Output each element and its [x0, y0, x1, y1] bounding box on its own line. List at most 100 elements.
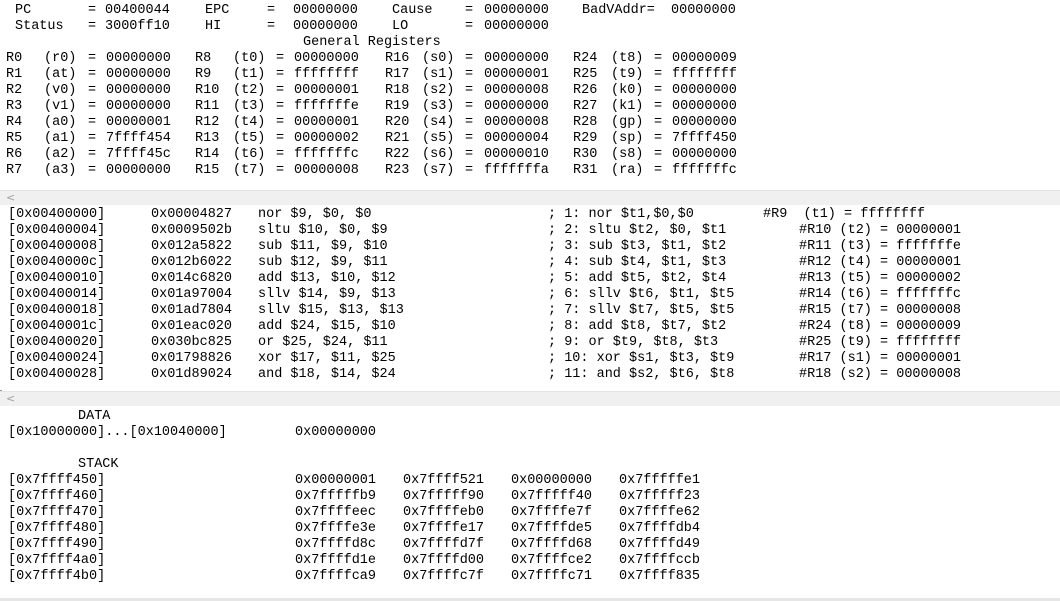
text-segment-source-comment: ; 2: sltu $t2, $0, $t1 — [548, 223, 727, 238]
general-register-reg-alias: (t9) — [611, 67, 644, 82]
text-segment-source-comment: ; 8: add $t8, $t7, $t2 — [548, 319, 727, 334]
text-segment-instruction: sllv $15, $13, $13 — [258, 303, 404, 318]
general-register-reg-name: R5 — [6, 131, 23, 146]
general-register-reg-value: 7ffff450 — [672, 131, 737, 146]
general-register-reg-alias: (k0) — [611, 83, 644, 98]
text-segment-instruction: sllv $14, $9, $13 — [258, 287, 396, 302]
general-register-reg-name: R12 — [195, 115, 220, 130]
general-register-reg-name: R27 — [573, 99, 598, 114]
general-register-reg-value: 00000001 — [294, 83, 359, 98]
data-segment-pane: DATA [0x10000000]...[0x10040000] 0x00000… — [0, 406, 1060, 598]
stack-word: 0x7ffffd8c — [295, 537, 377, 552]
text-segment-register-effect: #R18 (s2) = 00000008 — [799, 367, 962, 382]
general-register-reg-value: fffffffc — [672, 163, 737, 178]
stack-address: [0x7ffff4b0] — [8, 569, 106, 584]
general-register-reg-alias: (a2) — [44, 147, 77, 162]
general-register-reg-alias: (s4) — [422, 115, 455, 130]
text-segment-register-effect: #R24 (t8) = 00000009 — [799, 319, 962, 334]
general-register-reg-alias: (t6) — [233, 147, 266, 162]
general-register-reg-value: 00000000 — [294, 51, 359, 66]
general-register-reg-name: R3 — [6, 99, 23, 114]
text-segment-source-comment: ; 11: and $s2, $t6, $t8 — [548, 367, 735, 382]
text-segment-source-comment: ; 4: sub $t4, $t1, $t3 — [548, 255, 727, 270]
general-register-reg-value: 00000009 — [672, 51, 737, 66]
text-segment-register-effect: #R12 (t4) = 00000001 — [799, 255, 962, 270]
special-register-reg-equals: = — [88, 3, 97, 18]
text-segment-source-comment: ; 7: sllv $t7, $t5, $t5 — [548, 303, 735, 318]
special-register-reg-value: 3000ff10 — [105, 19, 170, 34]
general-register-reg-equals: = — [654, 115, 663, 130]
stack-address: [0x7ffff450] — [8, 473, 106, 488]
text-segment-horizontal-scrollbar[interactable]: < — [0, 391, 1060, 407]
general-register-reg-alias: (a3) — [44, 163, 77, 178]
special-register-reg-name: PC — [15, 3, 32, 18]
text-segment-machine-code: 0x030bc825 — [151, 335, 233, 350]
general-register-reg-equals: = — [88, 131, 97, 146]
stack-word: 0x7ffffd7f — [403, 537, 485, 552]
general-register-reg-value: 00000000 — [106, 163, 171, 178]
text-segment-source-comment: ; 9: or $t9, $t8, $t3 — [548, 335, 719, 350]
stack-word: 0x7fffff90 — [403, 489, 485, 504]
text-segment-pane: [0x00400000] 0x00004827 nor $9, $0, $0 ; 1:… — [0, 205, 1060, 390]
general-register-reg-value: fffffffe — [294, 99, 359, 114]
text-segment-instruction: and $18, $14, $24 — [258, 367, 396, 382]
special-register-reg-value: 00000000 — [293, 3, 358, 18]
general-register-reg-name: R21 — [385, 131, 410, 146]
stack-heading: STACK — [78, 457, 119, 472]
text-segment-source-comment: ; 1: nor $t1,$0,$0 — [548, 207, 694, 222]
special-register-reg-name: HI — [205, 19, 222, 34]
general-register-reg-equals: = — [88, 115, 97, 130]
general-register-reg-name: R26 — [573, 83, 598, 98]
general-register-reg-value: 00000010 — [484, 147, 549, 162]
general-register-reg-value: 00000004 — [484, 131, 549, 146]
general-register-reg-value: 00000000 — [672, 83, 737, 98]
text-segment-instruction: sltu $10, $0, $9 — [258, 223, 388, 238]
stack-word: 0x7ffff835 — [619, 569, 701, 584]
special-register-reg-name: EPC — [205, 3, 230, 18]
text-segment-machine-code: 0x01d89024 — [151, 367, 233, 382]
text-segment-instruction: add $24, $15, $10 — [258, 319, 396, 334]
general-register-reg-value: 7ffff45c — [106, 147, 171, 162]
text-segment-address: [0x0040001c] — [8, 319, 106, 334]
general-register-reg-value: fffffffa — [484, 163, 549, 178]
general-register-reg-name: R9 — [195, 67, 212, 82]
general-register-reg-value: 00000000 — [672, 147, 737, 162]
text-segment-machine-code: 0x01a97004 — [151, 287, 233, 302]
general-register-reg-name: R0 — [6, 51, 23, 66]
data-range-value: 0x00000000 — [295, 425, 377, 440]
text-segment-machine-code: 0x01eac020 — [151, 319, 233, 334]
general-register-reg-equals: = — [465, 147, 474, 162]
general-register-reg-equals: = — [276, 99, 285, 114]
text-segment-machine-code: 0x012b6022 — [151, 255, 233, 270]
general-register-reg-alias: (s0) — [422, 51, 455, 66]
stack-word: 0x7fffff40 — [511, 489, 593, 504]
text-segment-address: [0x00400000] — [8, 207, 106, 222]
stack-word: 0x7ffffeb0 — [403, 505, 485, 520]
general-register-reg-alias: (t3) — [233, 99, 266, 114]
registers-horizontal-scrollbar[interactable]: < — [0, 190, 1060, 206]
general-register-reg-value: 00000001 — [484, 67, 549, 82]
special-register-reg-equals: = — [465, 3, 474, 18]
stack-word: 0x7ffffd1e — [295, 553, 377, 568]
stack-word: 0x7ffffccb — [619, 553, 701, 568]
scroll-left-arrow-icon[interactable]: < — [6, 392, 15, 406]
general-register-reg-equals: = — [276, 163, 285, 178]
special-register-reg-equals: = — [267, 19, 276, 34]
scroll-left-arrow-icon[interactable]: < — [6, 191, 15, 205]
general-register-reg-value: ffffffff — [294, 67, 359, 82]
general-register-reg-value: 00000008 — [484, 83, 549, 98]
stack-word: 0x7ffffc71 — [511, 569, 593, 584]
general-register-reg-name: R29 — [573, 131, 598, 146]
stack-word: 0x7ffffeec — [295, 505, 377, 520]
general-register-reg-value: 00000000 — [484, 51, 549, 66]
text-segment-address: [0x00400024] — [8, 351, 106, 366]
general-register-reg-name: R31 — [573, 163, 598, 178]
general-register-reg-alias: (s7) — [422, 163, 455, 178]
stack-word: 0x7fffffb9 — [295, 489, 377, 504]
stack-word: 0x7ffffe3e — [295, 521, 377, 536]
general-register-reg-alias: (t1) — [233, 67, 266, 82]
text-segment-register-effect: #R14 (t6) = fffffffc — [799, 287, 962, 302]
general-register-reg-value: ffffffff — [672, 67, 737, 82]
stack-word: 0x7ffffce2 — [511, 553, 593, 568]
general-register-reg-equals: = — [654, 67, 663, 82]
